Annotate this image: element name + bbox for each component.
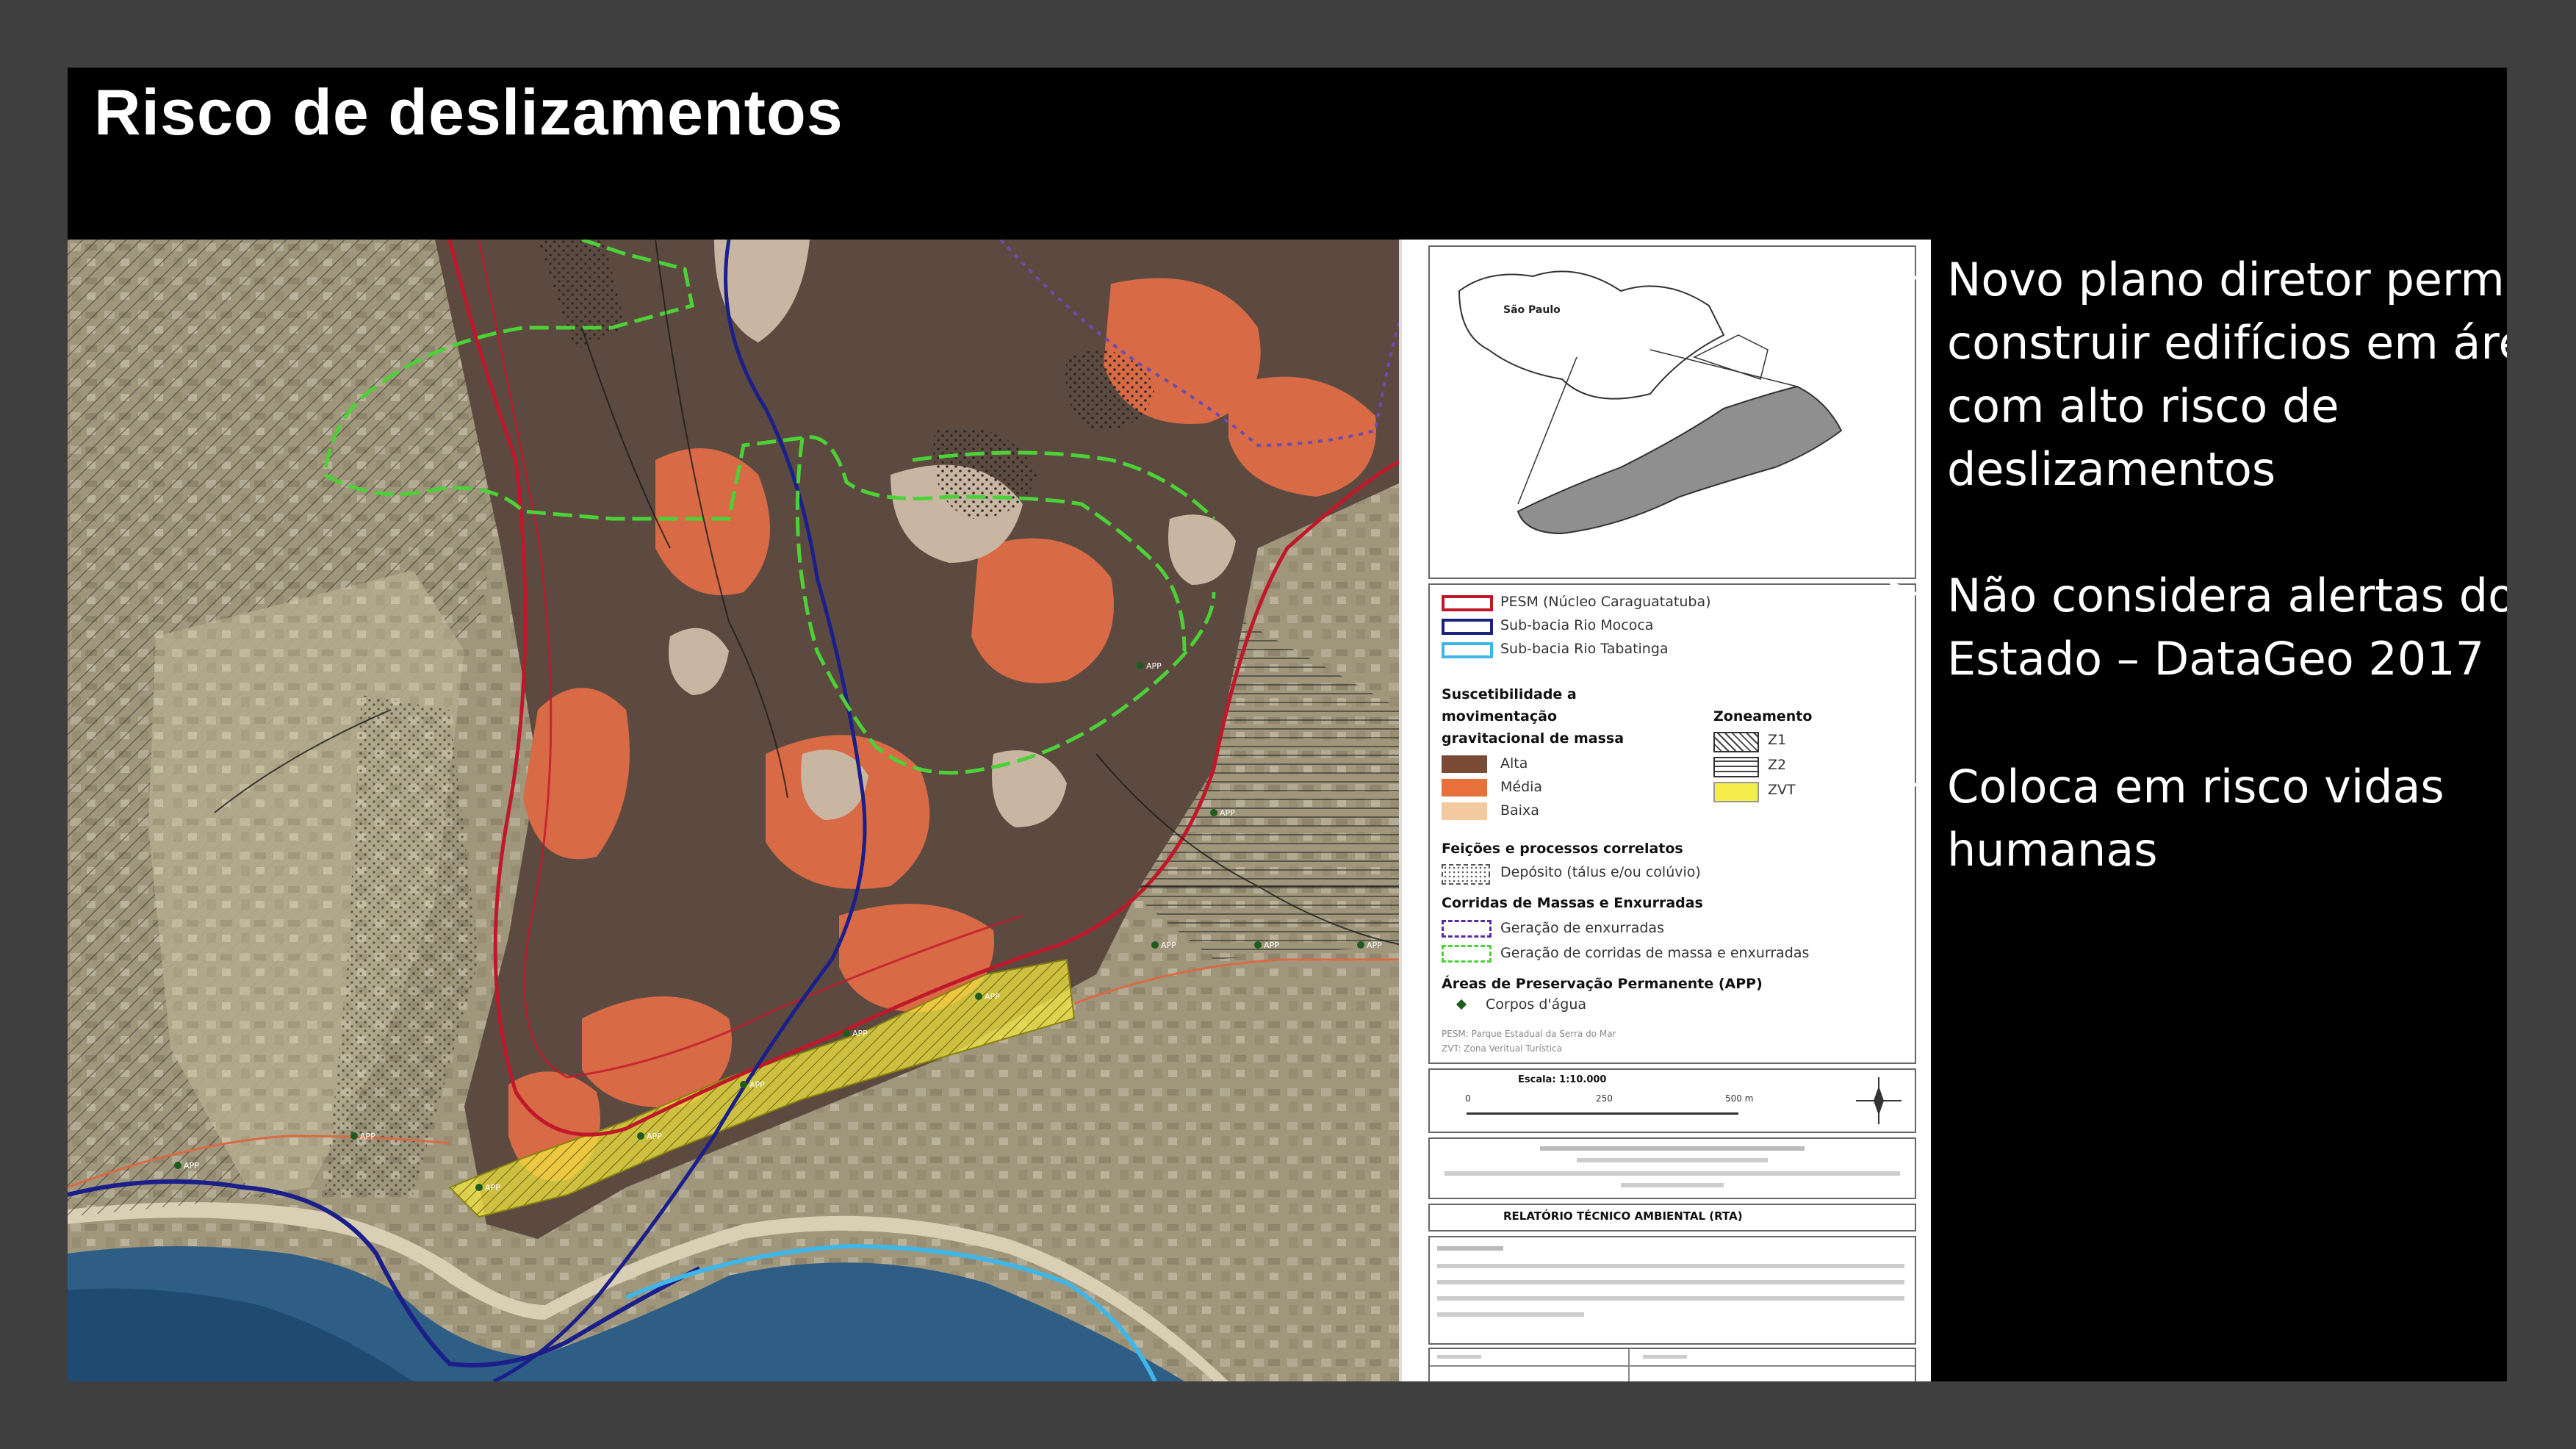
z1-swatch bbox=[1713, 732, 1759, 752]
scale-title: Escala: 1:10.000 bbox=[1518, 1074, 1607, 1085]
baixa-swatch bbox=[1442, 802, 1487, 820]
svg-text:APP: APP bbox=[184, 1161, 199, 1171]
inset-map-graphic: São Paulo bbox=[1458, 270, 1843, 535]
map[interactable]: APP APP APP APP APP APP APP APP APP APP … bbox=[68, 240, 1402, 1381]
scale-tick-250: 250 bbox=[1596, 1093, 1613, 1104]
bullet-3-line-2: humanas bbox=[1947, 823, 2158, 877]
report-description-box bbox=[1428, 1236, 1916, 1345]
report-title: RELATÓRIO TÉCNICO AMBIENTAL (RTA) bbox=[1503, 1209, 1743, 1223]
mococa-swatch bbox=[1442, 619, 1493, 635]
slide: Risco de deslizamentos APP APP APP APP A… bbox=[68, 68, 2507, 1381]
z2-swatch bbox=[1713, 757, 1759, 777]
svg-text:APP: APP bbox=[360, 1132, 375, 1141]
svg-text:APP: APP bbox=[985, 992, 1000, 1002]
legend-label-pesm: PESM (Núcleo Caraguatatuba) bbox=[1500, 594, 1711, 610]
svg-text:APP: APP bbox=[749, 1080, 765, 1090]
deposit-swatch bbox=[1442, 864, 1490, 885]
abbr-zvt: ZVT: Zona Veritual Turística bbox=[1442, 1043, 1562, 1054]
map-canvas: APP APP APP APP APP APP APP APP APP APP … bbox=[68, 240, 1402, 1381]
svg-text:APP: APP bbox=[1161, 941, 1176, 950]
arrowhead-bullet-icon bbox=[1887, 579, 1919, 608]
zvt-swatch bbox=[1713, 782, 1759, 802]
svg-text:APP: APP bbox=[485, 1183, 500, 1193]
north-arrow-icon bbox=[1856, 1077, 1902, 1124]
map-legend-panel: São Paulo PESM (Núcleo Caraguatatuba) Su… bbox=[1402, 240, 1931, 1381]
scale-bar: Escala: 1:10.000 0 250 500 m bbox=[1428, 1068, 1916, 1133]
legend-label-enxurradas: Geração de enxurradas bbox=[1500, 920, 1664, 936]
legend-label-z2: Z2 bbox=[1768, 757, 1787, 773]
svg-text:APP: APP bbox=[1367, 941, 1382, 950]
bullet-1-line-2: construir edifícios em área bbox=[1947, 316, 2507, 370]
inset-map: São Paulo bbox=[1428, 245, 1916, 579]
bullet-2-line-2: Estado – DataGeo 2017 bbox=[1947, 632, 2485, 686]
coordinate-reference-box bbox=[1428, 1137, 1916, 1199]
media-swatch bbox=[1442, 779, 1487, 797]
svg-text:APP: APP bbox=[647, 1132, 662, 1141]
report-info-grid bbox=[1428, 1348, 1916, 1381]
bullet-3-line-1: Coloca em risco vidas bbox=[1947, 760, 2444, 813]
susceptibility-title-2: movimentação bbox=[1442, 708, 1558, 724]
legend-label-baixa: Baixa bbox=[1500, 802, 1539, 819]
flows-title: Corridas de Massas e Enxurradas bbox=[1442, 895, 1703, 911]
abbr-pesm: PESM: Parque Estadual da Serra do Mar bbox=[1442, 1029, 1616, 1039]
svg-text:APP: APP bbox=[1146, 661, 1162, 671]
app-marker-icon bbox=[1456, 999, 1467, 1010]
legend-label-z1: Z1 bbox=[1768, 732, 1787, 748]
report-title-box: RELATÓRIO TÉCNICO AMBIENTAL (RTA) bbox=[1428, 1204, 1916, 1232]
tabatinga-swatch bbox=[1442, 642, 1493, 658]
bullet-1-line-3: com alto risco de bbox=[1947, 379, 2339, 433]
scale-line bbox=[1467, 1112, 1738, 1115]
bullet-1-line-4: deslizamentos bbox=[1947, 442, 2276, 496]
arrowhead-bullet-icon bbox=[1887, 770, 1919, 799]
features-title: Feições e processos correlatos bbox=[1442, 841, 1683, 857]
alta-swatch bbox=[1442, 755, 1487, 773]
arrowhead-bullet-icon bbox=[1887, 263, 1919, 292]
legend-label-deposit: Depósito (tálus e/ou colúvio) bbox=[1500, 864, 1701, 880]
legend-label-mococa: Sub-bacia Rio Mococa bbox=[1500, 617, 1654, 633]
pesm-swatch bbox=[1442, 595, 1493, 611]
legend-label-corridas: Geração de corridas de massa e enxurrada… bbox=[1500, 945, 1810, 961]
legend-label-alta: Alta bbox=[1500, 755, 1528, 772]
corridas-swatch bbox=[1442, 945, 1492, 963]
legend-label-tabatinga: Sub-bacia Rio Tabatinga bbox=[1500, 641, 1669, 657]
svg-text:APP: APP bbox=[1220, 808, 1235, 818]
legend: PESM (Núcleo Caraguatatuba) Sub-bacia Ri… bbox=[1428, 583, 1916, 1064]
bullet-2-line-1: Não considera alertas do bbox=[1947, 569, 2507, 622]
svg-text:APP: APP bbox=[852, 1029, 868, 1038]
svg-text:APP: APP bbox=[1264, 941, 1279, 950]
enxurradas-swatch bbox=[1442, 920, 1492, 938]
zoning-title: Zoneamento bbox=[1713, 708, 1813, 724]
legend-label-zvt: ZVT bbox=[1768, 782, 1796, 798]
bullet-1-line-1: Novo plano diretor permit bbox=[1947, 253, 2507, 306]
scale-tick-0: 0 bbox=[1465, 1093, 1471, 1104]
susceptibility-title-3: gravitacional de massa bbox=[1442, 730, 1625, 747]
inset-label-sao-paulo: São Paulo bbox=[1503, 304, 1561, 316]
slide-title: Risco de deslizamentos bbox=[94, 76, 843, 148]
app-title: Áreas de Preservação Permanente (APP) bbox=[1442, 976, 1763, 992]
scale-tick-500: 500 m bbox=[1725, 1093, 1754, 1104]
susceptibility-title-1: Suscetibilidade a bbox=[1442, 686, 1577, 702]
legend-label-corpos-agua: Corpos d'água bbox=[1486, 996, 1586, 1013]
legend-label-media: Média bbox=[1500, 779, 1543, 795]
